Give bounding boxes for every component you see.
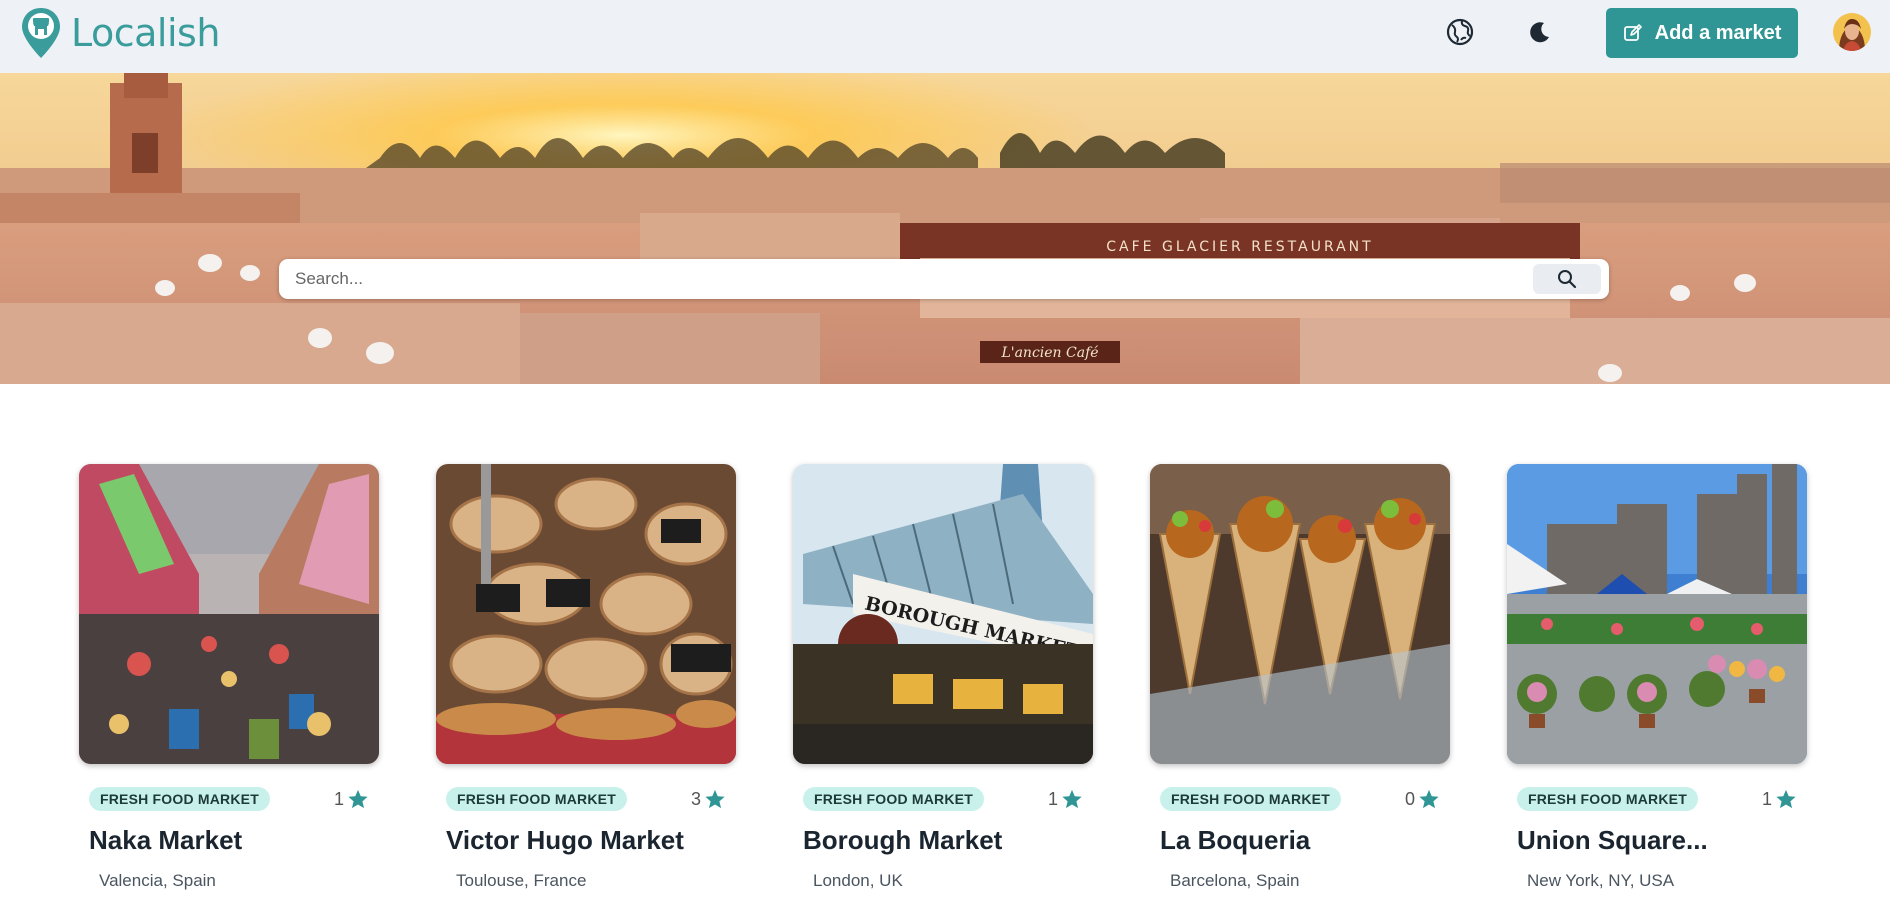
market-image[interactable]: [1150, 464, 1450, 764]
card-meta: FRESH FOOD MARKET 1: [89, 787, 369, 811]
market-location: New York, NY, USA: [1527, 871, 1675, 890]
add-market-label: Add a market: [1654, 21, 1782, 44]
star-icon: [705, 789, 725, 809]
market-location: Valencia, Spain: [99, 871, 216, 890]
market-image[interactable]: [1507, 464, 1807, 764]
dark-mode-toggle[interactable]: [1524, 16, 1556, 48]
category-badge: FRESH FOOD MARKET: [803, 787, 984, 811]
market-name[interactable]: Borough Market: [803, 825, 1002, 856]
edit-icon: [1623, 24, 1642, 41]
star-icon: [1419, 789, 1439, 809]
card-meta: FRESH FOOD MARKET 1: [1517, 787, 1797, 811]
top-navbar: Localish Add a market: [0, 0, 1890, 73]
market-location: London, UK: [813, 871, 903, 890]
globe-icon: [1446, 18, 1474, 46]
market-location: Barcelona, Spain: [1170, 871, 1300, 890]
union-square-greenmarket-image: [1507, 464, 1807, 764]
market-name[interactable]: Victor Hugo Market: [446, 825, 684, 856]
rating: 1: [334, 787, 369, 811]
market-image[interactable]: [436, 464, 736, 764]
language-button[interactable]: [1444, 16, 1476, 48]
market-image[interactable]: BOROUGH MARKET: [793, 464, 1093, 764]
market-name[interactable]: Union Square...: [1517, 825, 1708, 856]
market-card[interactable]: FRESH FOOD MARKET 3 Victor Hugo Market T…: [436, 464, 736, 890]
star-icon: [348, 789, 368, 809]
card-meta: FRESH FOOD MARKET 0: [1160, 787, 1440, 811]
market-card[interactable]: FRESH FOOD MARKET 1 Naka Market Valencia…: [79, 464, 379, 890]
market-pin-icon: [22, 8, 60, 58]
market-name[interactable]: Naka Market: [89, 825, 242, 856]
category-badge: FRESH FOOD MARKET: [1160, 787, 1341, 811]
hero-banner: CAFE GLACIER RESTAURANT L'ancien Café: [0, 73, 1890, 384]
star-icon: [1062, 789, 1082, 809]
search-icon: [1558, 270, 1577, 289]
market-name[interactable]: La Boqueria: [1160, 825, 1310, 856]
card-meta: FRESH FOOD MARKET 1: [803, 787, 1083, 811]
night-market-street-image: [79, 464, 379, 764]
borough-market-entrance-image: BOROUGH MARKET: [793, 464, 1093, 764]
hero-cityscape-image: CAFE GLACIER RESTAURANT L'ancien Café: [0, 73, 1890, 384]
bread-stall-image: [436, 464, 736, 764]
rating: 1: [1048, 787, 1083, 811]
rating-count: 1: [333, 788, 344, 809]
add-market-button[interactable]: Add a market: [1606, 8, 1798, 58]
market-card[interactable]: FRESH FOOD MARKET 1 Union Square... New …: [1507, 464, 1807, 890]
category-badge: FRESH FOOD MARKET: [1517, 787, 1698, 811]
rating-count: 0: [1404, 788, 1415, 809]
rating-count: 1: [1047, 788, 1058, 809]
search-bar: [279, 259, 1609, 299]
restaurant-sign: CAFE GLACIER RESTAURANT: [1106, 239, 1373, 255]
market-location: Toulouse, France: [456, 871, 587, 890]
food-cones-image: [1150, 464, 1450, 764]
star-icon: [1776, 789, 1796, 809]
logo-text: Localish: [71, 11, 220, 55]
rating: 0: [1405, 787, 1440, 811]
user-avatar[interactable]: [1833, 13, 1871, 51]
moon-icon: [1530, 22, 1549, 43]
rating-count: 3: [690, 788, 701, 809]
market-card[interactable]: BOROUGH MARKET FRESH FOOD MARKET 1 Borou…: [793, 464, 1093, 890]
rating: 3: [691, 787, 726, 811]
search-input[interactable]: [279, 260, 1533, 298]
rating: 1: [1762, 787, 1797, 811]
rating-count: 1: [1761, 788, 1772, 809]
search-button[interactable]: [1533, 264, 1601, 294]
market-image[interactable]: [79, 464, 379, 764]
logo[interactable]: Localish: [20, 6, 220, 60]
category-badge: FRESH FOOD MARKET: [89, 787, 270, 811]
cafe-sign: L'ancien Café: [1000, 345, 1098, 361]
card-meta: FRESH FOOD MARKET 3: [446, 787, 726, 811]
avatar-image: [1833, 13, 1871, 51]
category-badge: FRESH FOOD MARKET: [446, 787, 627, 811]
market-card[interactable]: FRESH FOOD MARKET 0 La Boqueria Barcelon…: [1150, 464, 1450, 890]
